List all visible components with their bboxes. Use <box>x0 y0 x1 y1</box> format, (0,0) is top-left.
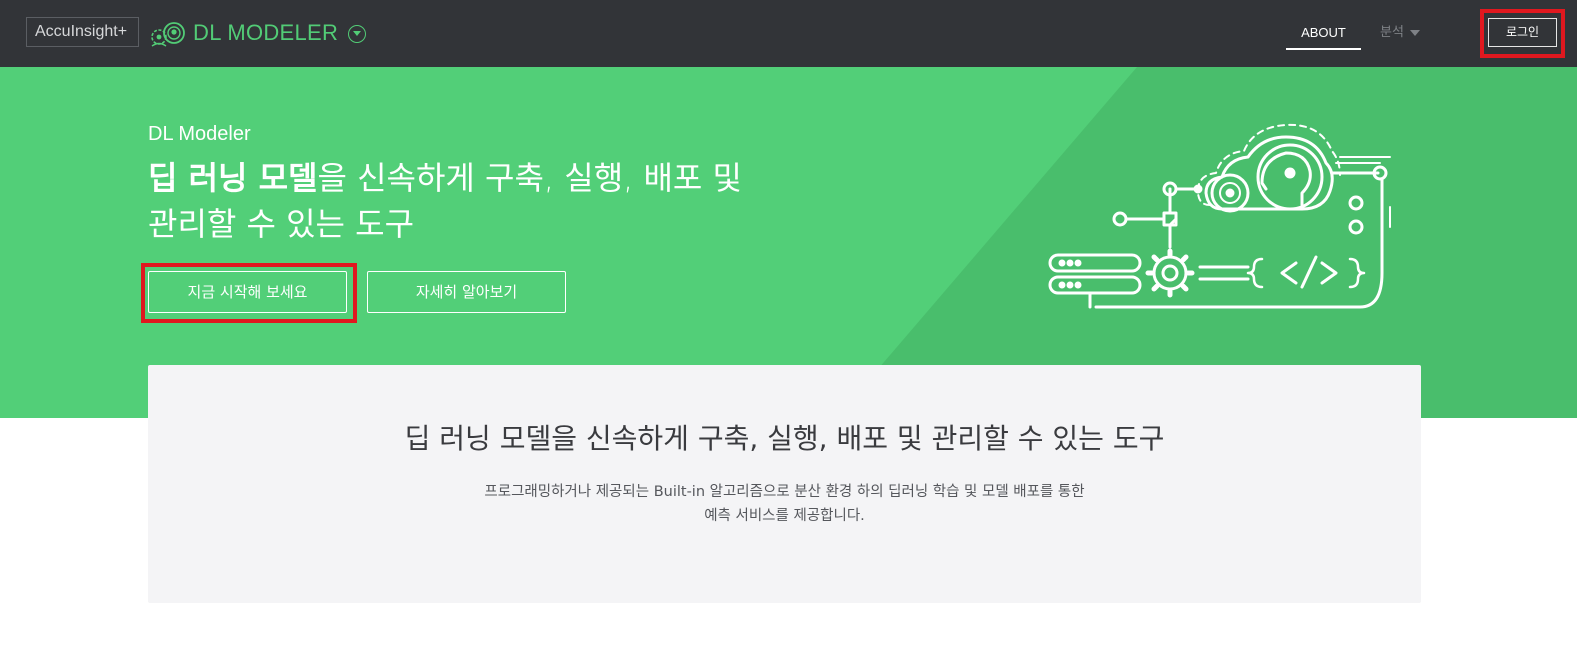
summary-description-line-1: 프로그래밍하거나 제공되는 Built-in 알고리즘으로 분산 환경 하의 딥… <box>484 484 1085 500</box>
chevron-down-icon[interactable] <box>348 25 366 43</box>
nav-analysis-menu[interactable]: 분석 <box>1380 24 1420 42</box>
deep-learning-illustration-icon <box>1048 123 1391 309</box>
hero-headline: 딥 러닝 모델을 신속하게 구축, 실행, 배포 및 관리할 수 있는 도구 <box>148 155 748 247</box>
brain-gear-logo-icon <box>151 22 185 47</box>
nav-about[interactable]: ABOUT <box>1286 18 1361 50</box>
top-nav: AccuInsight+ DL MODELER ABOUT 분석 로그인 <box>0 0 1577 67</box>
learn-more-button[interactable]: 자세히 알아보기 <box>367 271 566 313</box>
get-started-button[interactable]: 지금 시작해 보세요 <box>148 271 347 313</box>
product-name[interactable]: DL MODELER <box>193 18 338 48</box>
nav-analysis-label: 분석 <box>1380 25 1404 40</box>
summary-title: 딥 러닝 모델을 신속하게 구축, 실행, 배포 및 관리할 수 있는 도구 <box>404 422 1165 455</box>
hero-headline-bold: 딥 러닝 모델 <box>148 159 318 197</box>
summary-description-line-2: 예측 서비스를 제공합니다. <box>704 508 865 524</box>
caret-down-icon <box>1409 29 1420 36</box>
summary-card: 딥 러닝 모델을 신속하게 구축, 실행, 배포 및 관리할 수 있는 도구 프… <box>148 365 1421 603</box>
summary-description: 프로그래밍하거나 제공되는 Built-in 알고리즘으로 분산 환경 하의 딥… <box>428 480 1141 528</box>
hero-kicker: DL Modeler <box>148 123 251 145</box>
login-button[interactable]: 로그인 <box>1488 18 1557 47</box>
accuinsight-brand-link[interactable]: AccuInsight+ <box>26 17 139 47</box>
